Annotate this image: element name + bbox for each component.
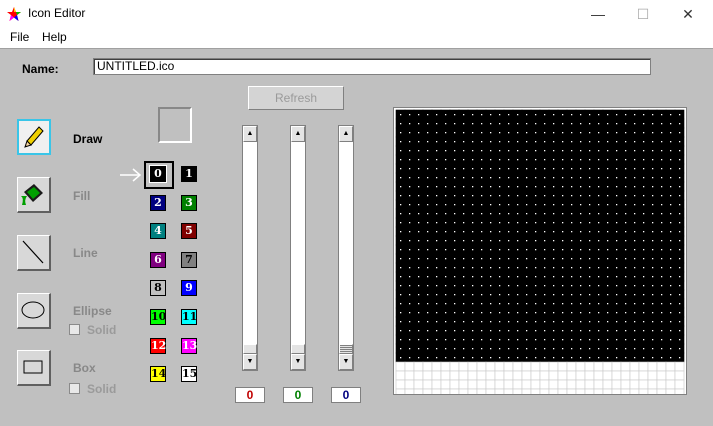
- red-value: 0: [235, 387, 265, 403]
- line-tool-button[interactable]: [17, 235, 51, 271]
- scroll-down-icon[interactable]: ▼: [243, 354, 257, 370]
- palette-color-15[interactable]: 15: [181, 366, 197, 382]
- slider-thumb[interactable]: [291, 344, 305, 354]
- red-slider[interactable]: ▲ ▼: [242, 125, 258, 371]
- minimize-button[interactable]: —: [575, 0, 621, 28]
- close-button[interactable]: ✕: [665, 0, 711, 28]
- palette-color-7[interactable]: 7: [181, 252, 197, 268]
- scroll-up-icon[interactable]: ▲: [291, 126, 305, 142]
- blue-slider[interactable]: ▲ ▼: [338, 125, 354, 371]
- green-slider[interactable]: ▲ ▼: [290, 125, 306, 371]
- palette-color-6[interactable]: 6: [150, 252, 166, 268]
- window-title: Icon Editor: [28, 6, 86, 20]
- name-input[interactable]: [93, 58, 651, 75]
- title-bar: Icon Editor — ☐ ✕: [0, 0, 713, 28]
- palette-color-13[interactable]: 13: [181, 338, 197, 354]
- pencil-icon: [24, 126, 44, 148]
- slider-thumb[interactable]: [243, 344, 257, 354]
- scroll-up-icon[interactable]: ▲: [339, 126, 353, 142]
- arrow-right-icon: [120, 168, 142, 182]
- palette-color-14[interactable]: 14: [150, 366, 166, 382]
- palette-color-9[interactable]: 9: [181, 280, 197, 296]
- palette-color-10[interactable]: 10: [150, 309, 166, 325]
- ellipse-icon: [21, 301, 45, 319]
- paint-bucket-icon: [21, 184, 43, 205]
- maximize-button[interactable]: ☐: [620, 0, 666, 28]
- draw-tool-button[interactable]: [17, 119, 51, 155]
- blue-value: 0: [331, 387, 361, 403]
- editor-client-area: Name: Refresh Draw Fill Line Ellipse Sol…: [0, 48, 713, 426]
- menu-file[interactable]: File: [10, 30, 29, 44]
- palette-color-3[interactable]: 3: [181, 195, 197, 211]
- palette-color-11[interactable]: 11: [181, 309, 197, 325]
- scroll-up-icon[interactable]: ▲: [243, 126, 257, 142]
- draw-label: Draw: [73, 132, 103, 146]
- line-icon: [22, 240, 44, 264]
- ellipse-solid-label: Solid: [87, 323, 117, 337]
- refresh-button[interactable]: Refresh: [248, 86, 344, 110]
- box-solid-checkbox[interactable]: [69, 383, 80, 394]
- rectangle-icon: [23, 360, 43, 374]
- box-solid-label: Solid: [87, 382, 117, 396]
- palette-color-4[interactable]: 4: [150, 223, 166, 239]
- ellipse-label: Ellipse: [73, 304, 112, 318]
- box-label: Box: [73, 361, 96, 375]
- icon-preview: [158, 107, 192, 143]
- fill-label: Fill: [73, 189, 91, 203]
- fill-tool-button[interactable]: [17, 177, 51, 213]
- line-label: Line: [73, 246, 98, 260]
- star-app-icon: [7, 7, 21, 21]
- box-tool-button[interactable]: [17, 350, 51, 386]
- palette-color-8[interactable]: 8: [150, 280, 166, 296]
- palette-color-12[interactable]: 12: [150, 338, 166, 354]
- scroll-down-icon[interactable]: ▼: [291, 354, 305, 370]
- palette-color-1[interactable]: 1: [181, 166, 197, 182]
- scroll-down-icon[interactable]: ▼: [339, 354, 353, 370]
- icon-pixel-grid[interactable]: [393, 107, 687, 395]
- palette-color-2[interactable]: 2: [150, 195, 166, 211]
- ellipse-solid-checkbox[interactable]: [69, 324, 80, 335]
- palette-color-5[interactable]: 5: [181, 223, 197, 239]
- name-label: Name:: [22, 62, 59, 76]
- menu-help[interactable]: Help: [42, 30, 67, 44]
- pixel-grid-canvas[interactable]: [394, 108, 686, 394]
- palette-color-0[interactable]: 0: [149, 165, 167, 183]
- menu-bar: File Help: [0, 28, 713, 48]
- slider-thumb[interactable]: [339, 344, 353, 354]
- green-value: 0: [283, 387, 313, 403]
- ellipse-tool-button[interactable]: [17, 293, 51, 329]
